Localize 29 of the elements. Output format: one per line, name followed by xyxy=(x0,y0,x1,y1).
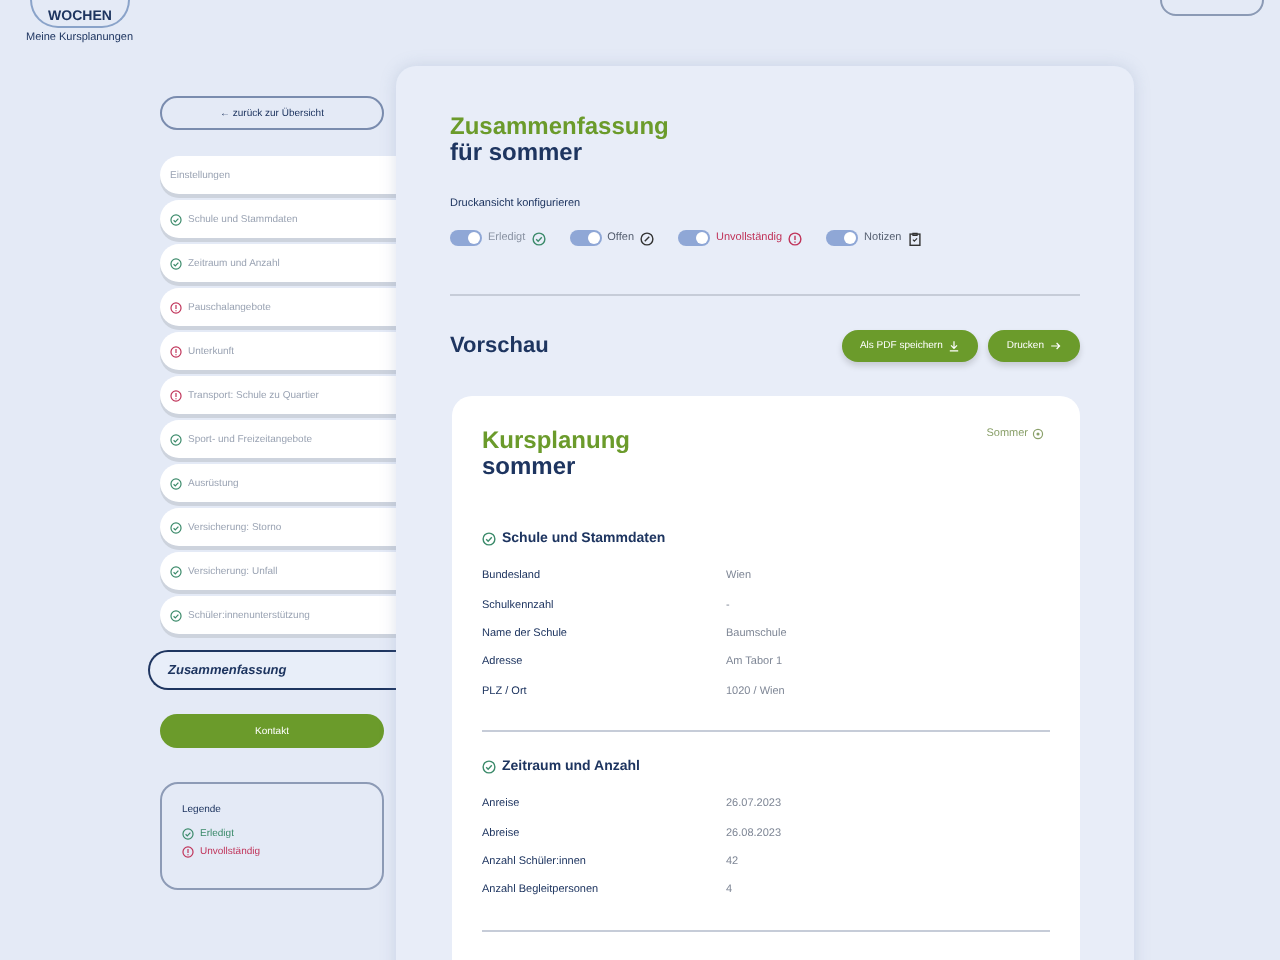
exclamation-circle-icon xyxy=(170,301,182,313)
check-circle-icon xyxy=(170,257,182,269)
exclamation-circle-icon xyxy=(182,846,194,858)
check-circle-icon xyxy=(182,828,194,840)
toggle-switch[interactable] xyxy=(450,230,482,246)
exclamation-circle-icon xyxy=(170,345,182,357)
check-circle-icon xyxy=(170,477,182,489)
check-circle-icon xyxy=(170,521,182,533)
exclamation-circle-icon xyxy=(170,389,182,401)
check-circle-icon xyxy=(170,609,182,621)
page-title: Zusammenfassung xyxy=(450,114,671,140)
toggle-switch[interactable] xyxy=(678,230,711,246)
toggle-switch[interactable] xyxy=(826,230,859,246)
slashed-circle-icon xyxy=(640,231,655,245)
check-circle-icon xyxy=(482,532,496,546)
arrow-right-icon xyxy=(1050,340,1062,352)
preview-title: Kursplanung xyxy=(482,428,630,454)
download-icon xyxy=(948,340,961,352)
page-subtitle: für sommer xyxy=(450,140,583,166)
preview-subtitle: sommer xyxy=(482,454,576,480)
check-circle-icon xyxy=(170,213,182,225)
toggle-switch[interactable] xyxy=(569,230,602,246)
check-circle-icon xyxy=(170,565,182,577)
section-heading: Vorschau xyxy=(450,333,549,359)
exclamation-circle-icon xyxy=(788,231,803,245)
check-circle-icon xyxy=(531,231,546,245)
clipboard-icon xyxy=(907,231,922,245)
check-circle-icon xyxy=(482,759,496,774)
check-circle-icon xyxy=(170,433,182,445)
